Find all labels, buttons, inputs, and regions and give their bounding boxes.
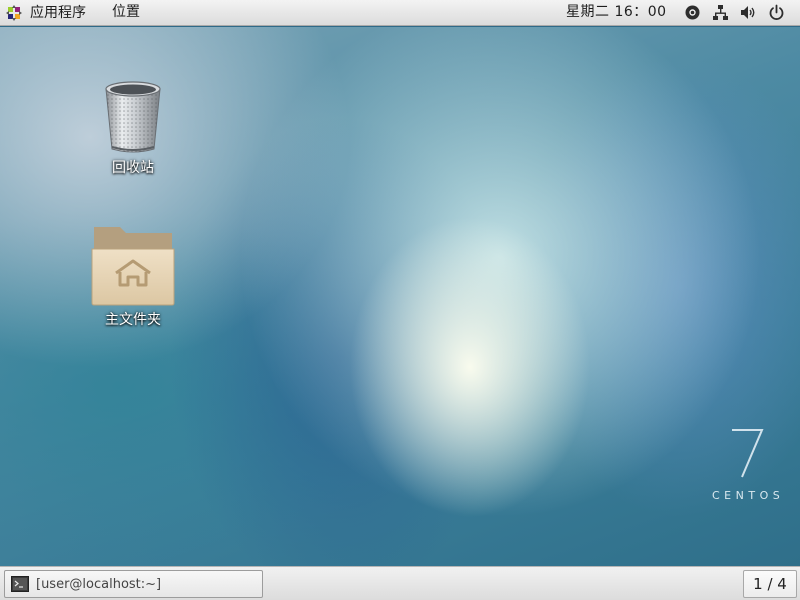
desktop-icon-label: 回收站 <box>112 160 154 176</box>
clock[interactable]: 星期二 16：00 <box>566 0 667 25</box>
desktop-icon-trash[interactable]: 回收站 <box>78 77 188 177</box>
applications-menu[interactable]: 应用程序 <box>6 0 86 26</box>
applications-menu-label: 应用程序 <box>30 4 86 21</box>
centos-seven-logo <box>732 429 764 478</box>
network-icon[interactable] <box>712 4 729 21</box>
terminal-icon <box>11 576 29 592</box>
taskbar-window-title: [user@localhost:~] <box>36 576 162 592</box>
home-folder-icon <box>91 227 175 306</box>
centos-logo-icon <box>6 5 22 21</box>
workspace-switcher[interactable]: 1 / 4 <box>743 570 797 598</box>
bottom-panel: [user@localhost:~] 1 / 4 <box>0 566 800 600</box>
places-menu[interactable]: 位置 <box>112 0 140 26</box>
volume-icon[interactable] <box>740 4 757 21</box>
trash-icon <box>105 81 161 153</box>
desktop-background[interactable]: 回收站 主文件夹 CENTOS <box>0 27 800 566</box>
accessibility-icon[interactable] <box>684 4 701 21</box>
places-menu-label: 位置 <box>112 4 140 20</box>
power-icon[interactable] <box>768 4 785 21</box>
desktop-icon-label: 主文件夹 <box>105 312 161 328</box>
centos-wordmark: CENTOS <box>712 489 785 502</box>
centos-branding: CENTOS <box>700 427 796 507</box>
taskbar-terminal-button[interactable]: [user@localhost:~] <box>4 570 263 598</box>
top-panel: 应用程序 位置 星期二 16：00 <box>0 0 800 26</box>
desktop-icon-home-folder[interactable]: 主文件夹 <box>78 223 188 329</box>
